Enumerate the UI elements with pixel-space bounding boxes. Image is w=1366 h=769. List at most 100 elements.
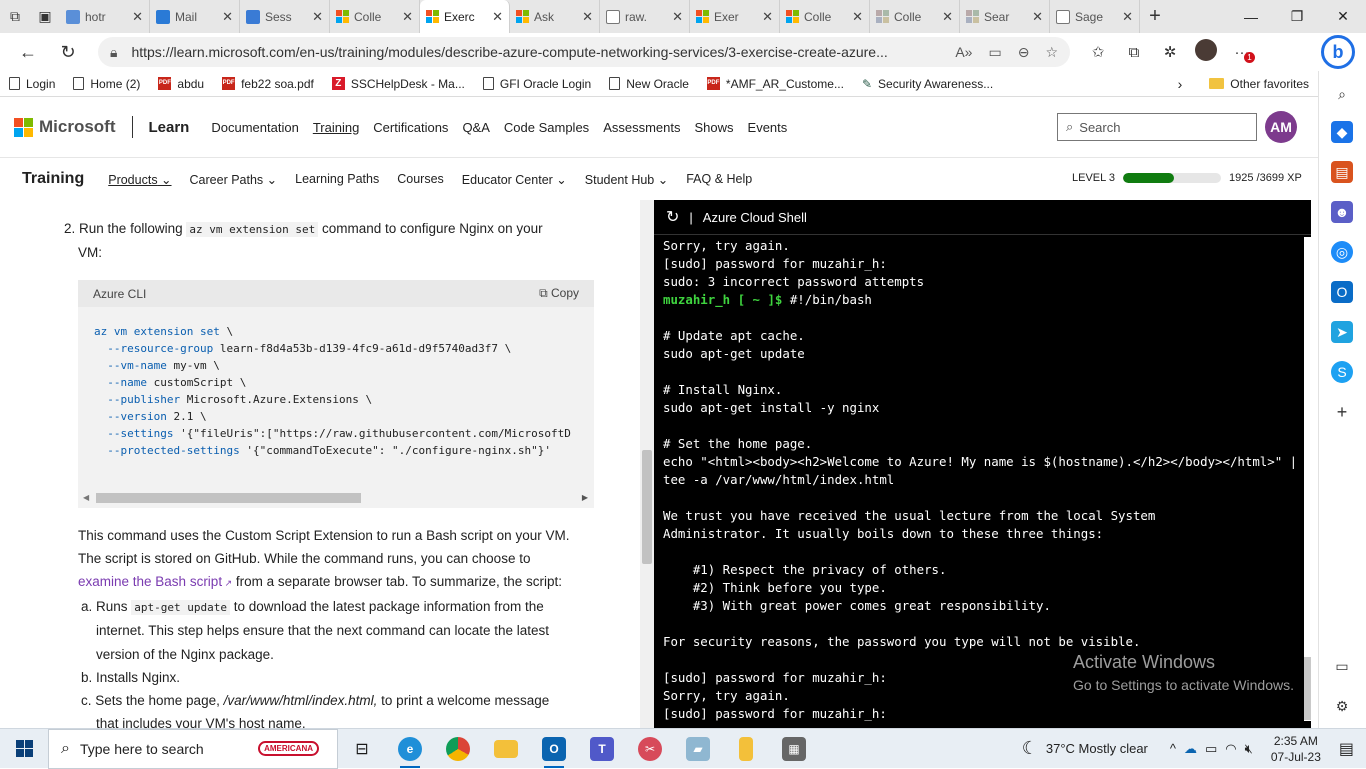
taskbar-edge[interactable]: e bbox=[386, 729, 434, 769]
browser-tab[interactable]: Exer ✕ bbox=[690, 0, 780, 33]
onedrive-icon[interactable]: ☁ bbox=[1184, 741, 1197, 757]
training-nav-career-paths[interactable]: Career Paths ⌄ bbox=[190, 172, 278, 187]
close-tab-icon[interactable]: ✕ bbox=[1032, 9, 1043, 25]
terminal-scrollbar[interactable] bbox=[1304, 237, 1311, 721]
favorite-item[interactable]: Z SSCHelpDesk - Ma... bbox=[323, 77, 474, 91]
browser-tab[interactable]: Colle ✕ bbox=[780, 0, 870, 33]
task-view-button[interactable]: ⊟ bbox=[338, 729, 386, 769]
taskbar-calculator[interactable]: ▦ bbox=[770, 729, 818, 769]
nav-code-samples[interactable]: Code Samples bbox=[504, 120, 589, 135]
training-nav-learning-paths[interactable]: Learning Paths bbox=[295, 172, 379, 187]
send-icon[interactable]: ➤ bbox=[1331, 321, 1353, 343]
people-icon[interactable]: ☻ bbox=[1331, 201, 1353, 223]
weather-text[interactable]: 37°C Mostly clear bbox=[1046, 741, 1148, 756]
favorites-icon[interactable]: ✩ bbox=[1080, 43, 1116, 61]
training-nav-faq-help[interactable]: FAQ & Help bbox=[686, 172, 752, 187]
close-tab-icon[interactable]: ✕ bbox=[402, 9, 413, 25]
collections-icon[interactable]: ⧉ bbox=[1116, 44, 1152, 61]
favorite-item[interactable]: PDF *AMF_AR_Custome... bbox=[698, 77, 853, 91]
scroll-right-icon[interactable]: ▶ bbox=[582, 493, 588, 502]
nav-events[interactable]: Events bbox=[748, 120, 788, 135]
skype-icon[interactable]: S bbox=[1331, 361, 1353, 383]
taskbar-search-input[interactable]: ⌕ Type here to search AMERICANA bbox=[48, 728, 338, 769]
cloud-shell-panel[interactable]: ↻ | Azure Cloud Shell Sorry, try again. [… bbox=[654, 200, 1311, 728]
training-nav-products[interactable]: Products ⌄ bbox=[108, 172, 171, 187]
learn-link[interactable]: Learn bbox=[149, 119, 190, 136]
outlook-icon[interactable]: O bbox=[1331, 281, 1353, 303]
profile-avatar[interactable] bbox=[1188, 39, 1224, 65]
other-favorites[interactable]: Other favorites bbox=[1200, 77, 1318, 91]
bash-script-link[interactable]: examine the Bash script ↗ bbox=[78, 574, 232, 589]
taskbar-notes[interactable]: ▰ bbox=[674, 729, 722, 769]
close-tab-icon[interactable]: ✕ bbox=[942, 9, 953, 25]
battery-icon[interactable]: ▭ bbox=[1205, 741, 1217, 757]
page-scroll-thumb[interactable] bbox=[642, 450, 652, 564]
browser-tab[interactable]: Mail ✕ bbox=[150, 0, 240, 33]
training-nav-educator-center[interactable]: Educator Center ⌄ bbox=[462, 172, 567, 187]
office-icon[interactable]: ◎ bbox=[1331, 241, 1353, 263]
nav-documentation[interactable]: Documentation bbox=[211, 120, 298, 135]
scroll-thumb[interactable] bbox=[96, 493, 361, 503]
terminal-scroll-thumb[interactable] bbox=[1304, 657, 1311, 720]
favorite-item[interactable]: GFI Oracle Login bbox=[474, 77, 600, 91]
favorite-star-icon[interactable]: ☆ bbox=[1045, 44, 1058, 61]
bing-chat-icon[interactable]: b bbox=[1321, 35, 1355, 69]
scroll-left-icon[interactable]: ◀ bbox=[83, 493, 89, 502]
user-avatar[interactable]: AM bbox=[1265, 111, 1297, 143]
close-tab-icon[interactable]: ✕ bbox=[582, 9, 593, 25]
workspaces-icon[interactable]: ⧉ bbox=[0, 0, 30, 33]
favorite-item[interactable]: Login bbox=[0, 77, 64, 91]
refresh-icon[interactable]: ↻ bbox=[48, 42, 88, 63]
favorite-item[interactable]: Home (2) bbox=[64, 77, 149, 91]
notifications-icon[interactable]: ▤ bbox=[1339, 739, 1354, 759]
browser-tab[interactable]: hotr ✕ bbox=[60, 0, 150, 33]
extensions-icon[interactable]: ✲ bbox=[1152, 43, 1188, 61]
nav-assessments[interactable]: Assessments bbox=[603, 120, 680, 135]
browser-tab[interactable]: Sess ✕ bbox=[240, 0, 330, 33]
training-nav-courses[interactable]: Courses bbox=[397, 172, 444, 187]
training-nav-student-hub[interactable]: Student Hub ⌄ bbox=[585, 172, 668, 187]
split-screen-icon[interactable]: ▭ bbox=[1331, 655, 1353, 677]
url-field[interactable]: 🔒︎ https://learn.microsoft.com/en-us/tra… bbox=[98, 37, 1070, 67]
browser-tab[interactable]: Colle ✕ bbox=[330, 0, 420, 33]
nav-shows[interactable]: Shows bbox=[695, 120, 734, 135]
settings-gear-icon[interactable]: ⚙ bbox=[1331, 695, 1353, 717]
nav-q-a[interactable]: Q&A bbox=[462, 120, 489, 135]
restart-icon[interactable]: ↻ bbox=[666, 207, 679, 227]
read-aloud-icon[interactable]: A» bbox=[955, 44, 972, 60]
training-title[interactable]: Training bbox=[22, 170, 84, 188]
immersive-reader-icon[interactable]: ▭ bbox=[988, 44, 1001, 61]
close-tab-icon[interactable]: ✕ bbox=[1122, 9, 1133, 25]
start-button[interactable] bbox=[0, 740, 48, 757]
close-tab-icon[interactable]: ✕ bbox=[672, 9, 683, 25]
browser-tab[interactable]: Colle ✕ bbox=[870, 0, 960, 33]
browser-tab[interactable]: Ask ✕ bbox=[510, 0, 600, 33]
page-scrollbar[interactable] bbox=[640, 200, 654, 728]
nav-training[interactable]: Training bbox=[313, 120, 359, 135]
taskbar-outlook[interactable]: O bbox=[530, 729, 578, 769]
browser-tab[interactable]: Sear ✕ bbox=[960, 0, 1050, 33]
code-horizontal-scrollbar[interactable]: ◀ ▶ bbox=[78, 490, 594, 504]
zoom-icon[interactable]: ⊖ bbox=[1018, 44, 1030, 61]
close-tab-icon[interactable]: ✕ bbox=[762, 9, 773, 25]
clock[interactable]: 2:35 AM 07-Jul-23 bbox=[1271, 733, 1321, 765]
shopping-icon[interactable]: ▤ bbox=[1331, 161, 1353, 183]
restore-icon[interactable]: ❐ bbox=[1274, 0, 1320, 33]
search-input[interactable]: ⌕ Search bbox=[1057, 113, 1257, 141]
browser-tab[interactable]: Sage ✕ bbox=[1050, 0, 1140, 33]
browser-tab[interactable]: Exerc ✕ bbox=[420, 0, 510, 33]
close-tab-icon[interactable]: ✕ bbox=[132, 9, 143, 25]
add-icon[interactable]: + bbox=[1331, 401, 1353, 423]
favorite-item[interactable]: ✎ Security Awareness... bbox=[853, 77, 1002, 91]
volume-icon[interactable]: 🔇︎ bbox=[1245, 741, 1253, 757]
favorites-overflow-icon[interactable]: › bbox=[1178, 76, 1183, 92]
minimize-icon[interactable]: — bbox=[1228, 0, 1274, 33]
search-icon[interactable]: ⌕ bbox=[1331, 83, 1353, 105]
taskbar-files[interactable] bbox=[722, 729, 770, 769]
browser-tab[interactable]: raw. ✕ bbox=[600, 0, 690, 33]
wifi-icon[interactable]: ◠ bbox=[1225, 741, 1236, 757]
close-tab-icon[interactable]: ✕ bbox=[312, 9, 323, 25]
favorite-item[interactable]: PDF feb22 soa.pdf bbox=[213, 77, 323, 91]
taskbar-snip[interactable]: ✂ bbox=[626, 729, 674, 769]
new-tab-button[interactable]: + bbox=[1140, 0, 1170, 33]
